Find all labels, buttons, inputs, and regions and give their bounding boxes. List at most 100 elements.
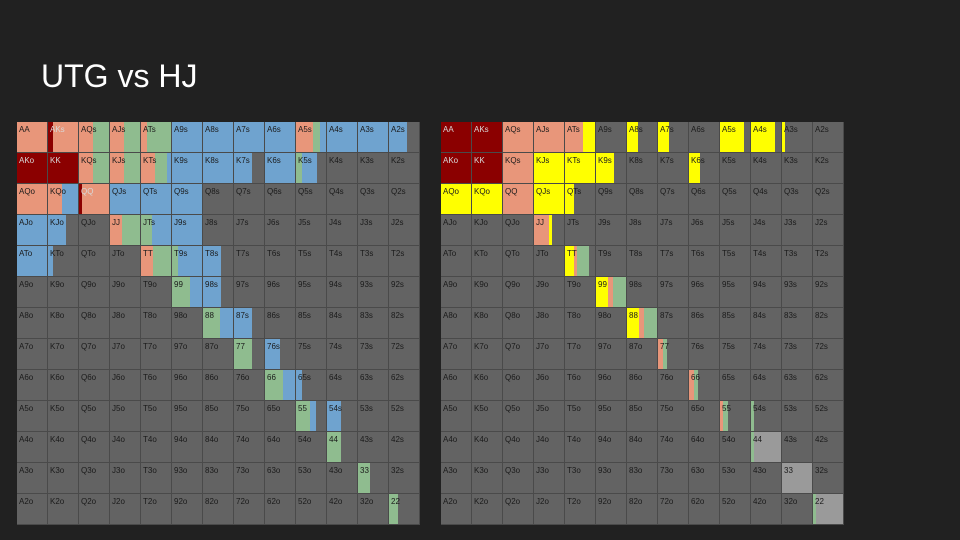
hand-label: A3o <box>443 466 458 475</box>
hand-label: KJs <box>112 156 126 165</box>
frequency-segment <box>123 153 140 183</box>
hand-label: K6o <box>50 373 65 382</box>
hand-cell-52s: 52s <box>389 401 420 432</box>
hand-cell-QJo: QJo <box>79 215 110 246</box>
hand-label: J6o <box>536 373 549 382</box>
hand-cell-K3o: K3o <box>472 463 503 494</box>
hand-cell-96s: 96s <box>689 277 720 308</box>
hand-cell-A6s: A6s <box>265 122 296 153</box>
hand-label: 95o <box>598 404 612 413</box>
hand-label: 52s <box>391 404 404 413</box>
hand-cell-K7s: K7s <box>234 153 265 184</box>
hand-cell-KQo: KQo <box>48 184 79 215</box>
hand-cell-82o: 82o <box>627 494 658 525</box>
hand-cell-A7o: A7o <box>441 339 472 370</box>
hand-cell-A6o: A6o <box>17 370 48 401</box>
hand-cell-J7s: J7s <box>658 215 689 246</box>
hand-label: A2s <box>391 125 405 134</box>
hand-cell-62s: 62s <box>813 370 844 401</box>
hand-label: JJ <box>536 218 544 227</box>
hand-cell-J3o: J3o <box>110 463 141 494</box>
hand-label: Q8s <box>205 187 220 196</box>
hand-cell-54s: 54s <box>751 401 782 432</box>
hand-label: 32s <box>391 466 404 475</box>
hand-cell-94o: 94o <box>172 432 203 463</box>
hand-label: 62o <box>691 497 705 506</box>
hand-cell-K8s: K8s <box>627 153 658 184</box>
hand-label: J4o <box>112 435 125 444</box>
hand-cell-K6o: K6o <box>472 370 503 401</box>
hand-cell-J8o: J8o <box>534 308 565 339</box>
hand-label: J3o <box>536 466 549 475</box>
hand-label: 74s <box>329 342 342 351</box>
hand-label: K5s <box>298 156 312 165</box>
hand-cell-Q6s: Q6s <box>265 184 296 215</box>
frequency-segment <box>577 246 589 276</box>
hand-cell-82o: 82o <box>203 494 234 525</box>
frequency-segment <box>166 153 171 183</box>
hand-label: 86o <box>205 373 219 382</box>
hand-cell-76o: 76o <box>234 370 265 401</box>
hand-cell-95o: 95o <box>596 401 627 432</box>
hand-label: 95o <box>174 404 188 413</box>
hand-cell-65s: 65s <box>296 370 327 401</box>
hand-cell-43o: 43o <box>751 463 782 494</box>
hand-cell-K2s: K2s <box>813 153 844 184</box>
hand-label: 84s <box>329 311 342 320</box>
hand-label: ATs <box>143 125 156 134</box>
hand-label: Q6o <box>81 373 97 382</box>
hand-label: J6s <box>691 218 704 227</box>
hand-cell-JTo: JTo <box>534 246 565 277</box>
hand-cell-T4s: T4s <box>327 246 358 277</box>
hand-cell-T9s: T9s <box>596 246 627 277</box>
hand-cell-97s: 97s <box>234 277 265 308</box>
hand-cell-Q6o: Q6o <box>79 370 110 401</box>
hand-cell-99: 99 <box>596 277 627 308</box>
hand-label: 42s <box>391 435 404 444</box>
hand-label: 84o <box>629 435 643 444</box>
hand-label: A9s <box>174 125 188 134</box>
hand-cell-K9o: K9o <box>472 277 503 308</box>
hand-cell-A6s: A6s <box>689 122 720 153</box>
hand-label: K5o <box>474 404 489 413</box>
hand-label: J5s <box>722 218 735 227</box>
frequency-segment <box>320 122 326 152</box>
hand-cell-87o: 87o <box>203 339 234 370</box>
hand-cell-K6o: K6o <box>48 370 79 401</box>
frequency-segment <box>583 122 595 152</box>
hand-label: A8o <box>19 311 34 320</box>
hand-cell-T6s: T6s <box>265 246 296 277</box>
hand-label: QTs <box>567 187 582 196</box>
hand-cell-KK: KK <box>472 153 503 184</box>
hand-label: 22 <box>815 497 824 506</box>
hand-cell-ATo: ATo <box>441 246 472 277</box>
hand-cell-K8o: K8o <box>472 308 503 339</box>
hand-label: 63o <box>691 466 705 475</box>
hand-cell-T7o: T7o <box>565 339 596 370</box>
hand-cell-AJo: AJo <box>17 215 48 246</box>
hand-cell-82s: 82s <box>813 308 844 339</box>
hand-label: 44 <box>753 435 762 444</box>
hand-label: T8o <box>567 311 581 320</box>
hand-cell-QQ: QQ <box>79 184 110 215</box>
hand-label: AKs <box>474 125 489 134</box>
hand-label: 82o <box>629 497 643 506</box>
hand-cell-Q8o: Q8o <box>79 308 110 339</box>
hand-label: A4o <box>19 435 34 444</box>
hand-cell-K2o: K2o <box>48 494 79 525</box>
hand-label: 54s <box>329 404 342 413</box>
hand-cell-A3o: A3o <box>17 463 48 494</box>
hand-label: A8s <box>205 125 219 134</box>
hand-cell-A7s: A7s <box>658 122 689 153</box>
hand-cell-T3o: T3o <box>565 463 596 494</box>
hand-label: AJo <box>443 218 457 227</box>
hand-cell-A5s: A5s <box>720 122 751 153</box>
hand-label: Q6o <box>505 373 521 382</box>
hand-cell-92o: 92o <box>172 494 203 525</box>
hand-cell-74s: 74s <box>751 339 782 370</box>
hand-cell-A3o: A3o <box>441 463 472 494</box>
hand-label: K8s <box>205 156 219 165</box>
hand-cell-73s: 73s <box>358 339 389 370</box>
hand-cell-Q3s: Q3s <box>358 184 389 215</box>
hand-cell-96s: 96s <box>265 277 296 308</box>
